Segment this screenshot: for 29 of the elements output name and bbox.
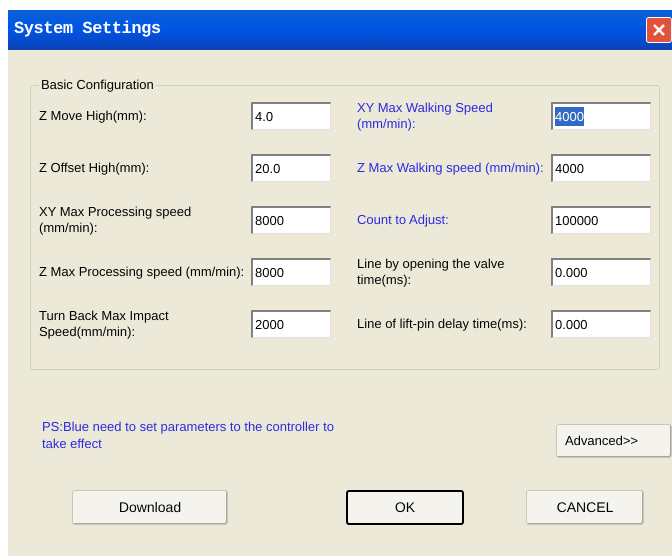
field-label: Line of lift-pin delay time(ms):	[356, 316, 528, 332]
input-field[interactable]: 8000	[251, 206, 331, 234]
group-title: Basic Configuration	[39, 77, 156, 93]
close-icon	[652, 23, 666, 37]
dialog-button[interactable]: OK	[346, 490, 464, 525]
input-field[interactable]: 100000	[551, 206, 651, 234]
input-field[interactable]: 0.000	[551, 258, 651, 286]
field-label: Z Max Processing speed (mm/min):	[39, 264, 246, 280]
dialog-button[interactable]: CANCEL	[526, 490, 644, 525]
field-label: XY Max Walking Speed (mm/min):	[356, 100, 494, 132]
dialog-button[interactable]: Download	[72, 490, 228, 525]
field-label: Z Offset High(mm):	[39, 160, 150, 176]
input-field[interactable]: 8000	[251, 258, 331, 286]
field-label: Turn Back Max Impact Speed(mm/min):	[39, 308, 170, 340]
input-field[interactable]: 2000	[251, 310, 331, 338]
field-label: Line by opening the valve time(ms):	[356, 256, 506, 288]
note-text: PS:Blue need to set parameters to the controller to take effect	[42, 418, 335, 452]
field-label: Z Max Walking speed (mm/min):	[356, 160, 545, 176]
field-label: Z Move High(mm):	[39, 108, 148, 124]
input-field[interactable]: 20.0	[251, 154, 331, 182]
advanced-button[interactable]: Advanced>>	[556, 424, 672, 458]
input-field[interactable]: 4000	[551, 102, 651, 130]
close-button[interactable]	[646, 17, 672, 43]
window-title: System Settings	[14, 19, 161, 42]
field-label: Count to Adjust:	[356, 212, 450, 228]
field-label: XY Max Processing speed (mm/min):	[39, 204, 192, 236]
input-field[interactable]: 4.0	[251, 102, 331, 130]
input-field[interactable]: 4000	[551, 154, 651, 182]
input-field[interactable]: 0.000	[551, 310, 651, 338]
